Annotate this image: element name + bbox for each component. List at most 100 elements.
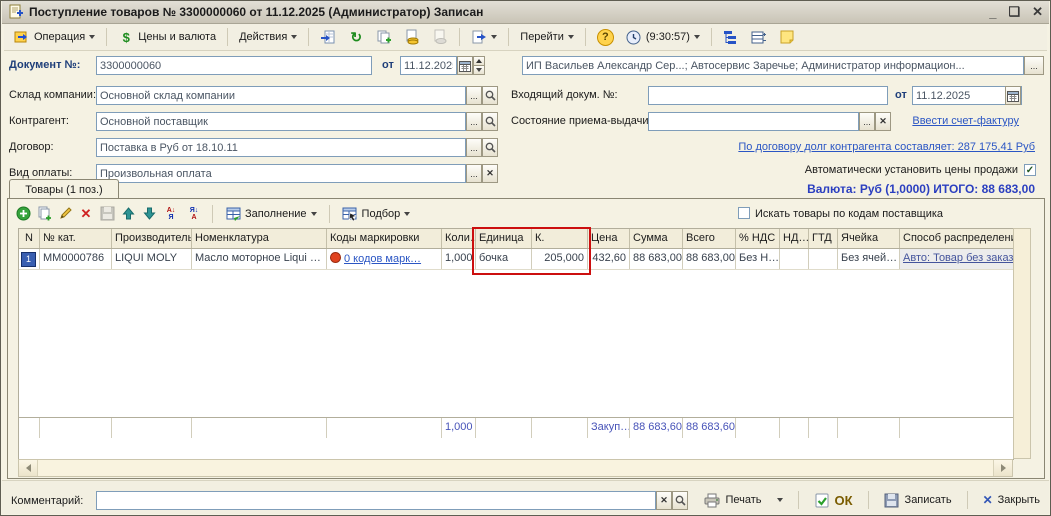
- sort-desc-icon[interactable]: Я↓ А: [185, 206, 203, 222]
- add-row-button[interactable]: [15, 206, 31, 222]
- col-price[interactable]: Цена: [588, 229, 630, 248]
- actions-button[interactable]: Действия: [234, 29, 302, 45]
- structure-button[interactable]: [718, 27, 744, 47]
- move-up-button[interactable]: [120, 206, 136, 222]
- doc-date-input[interactable]: [400, 56, 457, 75]
- responsible-input[interactable]: [522, 56, 1024, 75]
- contract-search-button[interactable]: [482, 138, 498, 157]
- cell-cat[interactable]: ММ0000786: [40, 249, 112, 269]
- move-down-button[interactable]: [141, 206, 157, 222]
- pick-button[interactable]: Подбор: [339, 205, 414, 223]
- col-cat[interactable]: № кат.: [40, 229, 112, 248]
- close-button[interactable]: ✕: [1032, 4, 1043, 20]
- minimize-button[interactable]: _: [989, 5, 996, 20]
- horizontal-scroll-thumb[interactable]: [37, 460, 994, 476]
- edit-row-button[interactable]: [57, 206, 73, 222]
- col-sum[interactable]: Сумма: [630, 229, 683, 248]
- col-k[interactable]: К.: [532, 229, 588, 248]
- col-qty[interactable]: Коли…: [442, 229, 476, 248]
- vertical-scrollbar[interactable]: [1013, 228, 1031, 459]
- col-cell[interactable]: Ячейка: [838, 229, 900, 248]
- cell-total[interactable]: 88 683,00: [683, 249, 736, 269]
- warehouse-search-button[interactable]: [482, 86, 498, 105]
- contractor-input[interactable]: [96, 112, 466, 131]
- col-nd[interactable]: НД…: [780, 229, 809, 248]
- cell-distribution[interactable]: Авто: Товар без заказа: [900, 249, 1013, 269]
- export-document-button[interactable]: [466, 27, 502, 47]
- marking-codes-link[interactable]: 0 кодов марк…: [344, 253, 421, 265]
- contract-debt-link[interactable]: По договору долг контрагента составляет:…: [738, 141, 1035, 153]
- comment-search-button[interactable]: [672, 491, 688, 510]
- scroll-left-icon[interactable]: [19, 460, 37, 476]
- enter-invoice-link[interactable]: Ввести счет-фактуру: [912, 115, 1019, 127]
- copy-add-button[interactable]: [371, 27, 397, 47]
- spin-down-button[interactable]: [473, 65, 485, 75]
- note-button[interactable]: [774, 27, 800, 47]
- cell-maker[interactable]: LIQUI MOLY: [112, 249, 192, 269]
- comment-clear-button[interactable]: ✕: [656, 491, 672, 510]
- payment-type-input[interactable]: [96, 164, 466, 183]
- col-total[interactable]: Всего: [683, 229, 736, 248]
- cell-price[interactable]: 432,60: [588, 249, 630, 269]
- close-form-button[interactable]: ✕ Закрыть: [979, 491, 1044, 509]
- contract-ellipsis-button[interactable]: ...: [466, 138, 482, 157]
- cell-k[interactable]: 205,000: [532, 249, 588, 269]
- col-n[interactable]: N: [19, 229, 40, 248]
- responsible-ellipsis-button[interactable]: ...: [1024, 56, 1044, 75]
- warehouse-input[interactable]: [96, 86, 466, 105]
- cell-qty[interactable]: 1,000: [442, 249, 476, 269]
- payment-ellipsis-button[interactable]: ...: [466, 164, 482, 183]
- copy-row-button[interactable]: [36, 206, 52, 222]
- cell-cell[interactable]: Без ячей…: [838, 249, 900, 269]
- print-dropdown-button[interactable]: [773, 496, 787, 504]
- tab-goods[interactable]: Товары (1 поз.): [9, 179, 119, 199]
- prices-currency-button[interactable]: $ Цены и валюта: [113, 27, 221, 47]
- cell-marking[interactable]: 0 кодов марк…: [327, 249, 442, 269]
- money-document-button[interactable]: [399, 27, 425, 47]
- acceptance-state-input[interactable]: [648, 112, 859, 131]
- refresh-button[interactable]: ↻: [343, 27, 369, 47]
- post-document-button[interactable]: [315, 27, 341, 47]
- maximize-button[interactable]: ❑: [1008, 4, 1020, 20]
- delete-row-button[interactable]: ✕: [78, 206, 94, 222]
- cell-nomenclature[interactable]: Масло моторное Liqui …: [192, 249, 327, 269]
- operation-button[interactable]: Операция: [9, 27, 100, 47]
- ok-button[interactable]: ОК: [810, 490, 857, 510]
- help-button[interactable]: ?: [592, 27, 619, 48]
- col-marking[interactable]: Коды маркировки: [327, 229, 442, 248]
- incoming-doc-input[interactable]: [648, 86, 888, 105]
- col-maker[interactable]: Производитель: [112, 229, 192, 248]
- state-clear-button[interactable]: ✕: [875, 112, 891, 131]
- state-ellipsis-button[interactable]: ...: [859, 112, 875, 131]
- col-vat[interactable]: % НДС: [736, 229, 780, 248]
- goto-button[interactable]: Перейти: [515, 29, 579, 45]
- col-unit[interactable]: Единица: [476, 229, 532, 248]
- calendar-icon[interactable]: [457, 56, 473, 75]
- search-by-supplier-codes-checkbox[interactable]: [738, 207, 750, 219]
- cell-unit[interactable]: бочка: [476, 249, 532, 269]
- contractor-ellipsis-button[interactable]: ...: [466, 112, 482, 131]
- payment-clear-button[interactable]: ✕: [482, 164, 498, 183]
- list-settings-button[interactable]: [746, 27, 772, 47]
- horizontal-scrollbar[interactable]: [18, 459, 1013, 477]
- distribution-link[interactable]: Авто: Товар без заказа: [903, 252, 1013, 264]
- cell-vat[interactable]: Без Н…: [736, 249, 780, 269]
- scroll-right-icon[interactable]: [994, 460, 1012, 476]
- warehouse-ellipsis-button[interactable]: ...: [466, 86, 482, 105]
- auto-prices-checkbox[interactable]: ✓: [1024, 164, 1036, 176]
- print-button[interactable]: Печать: [700, 490, 765, 510]
- save-button[interactable]: Записать: [880, 490, 956, 510]
- contract-input[interactable]: [96, 138, 466, 157]
- col-nomenclature[interactable]: Номенклатура: [192, 229, 327, 248]
- comment-input[interactable]: [96, 491, 656, 510]
- col-distribution[interactable]: Способ распределения: [900, 229, 1013, 248]
- time-button[interactable]: (9:30:57): [621, 27, 705, 47]
- cell-gtd[interactable]: [809, 249, 838, 269]
- cell-sum[interactable]: 88 683,00: [630, 249, 683, 269]
- fill-button[interactable]: Заполнение: [222, 205, 320, 223]
- contractor-search-button[interactable]: [482, 112, 498, 131]
- doc-number-input[interactable]: [96, 56, 372, 75]
- cell-nd[interactable]: [780, 249, 809, 269]
- calendar-icon[interactable]: [1005, 86, 1021, 105]
- col-gtd[interactable]: ГТД: [809, 229, 838, 248]
